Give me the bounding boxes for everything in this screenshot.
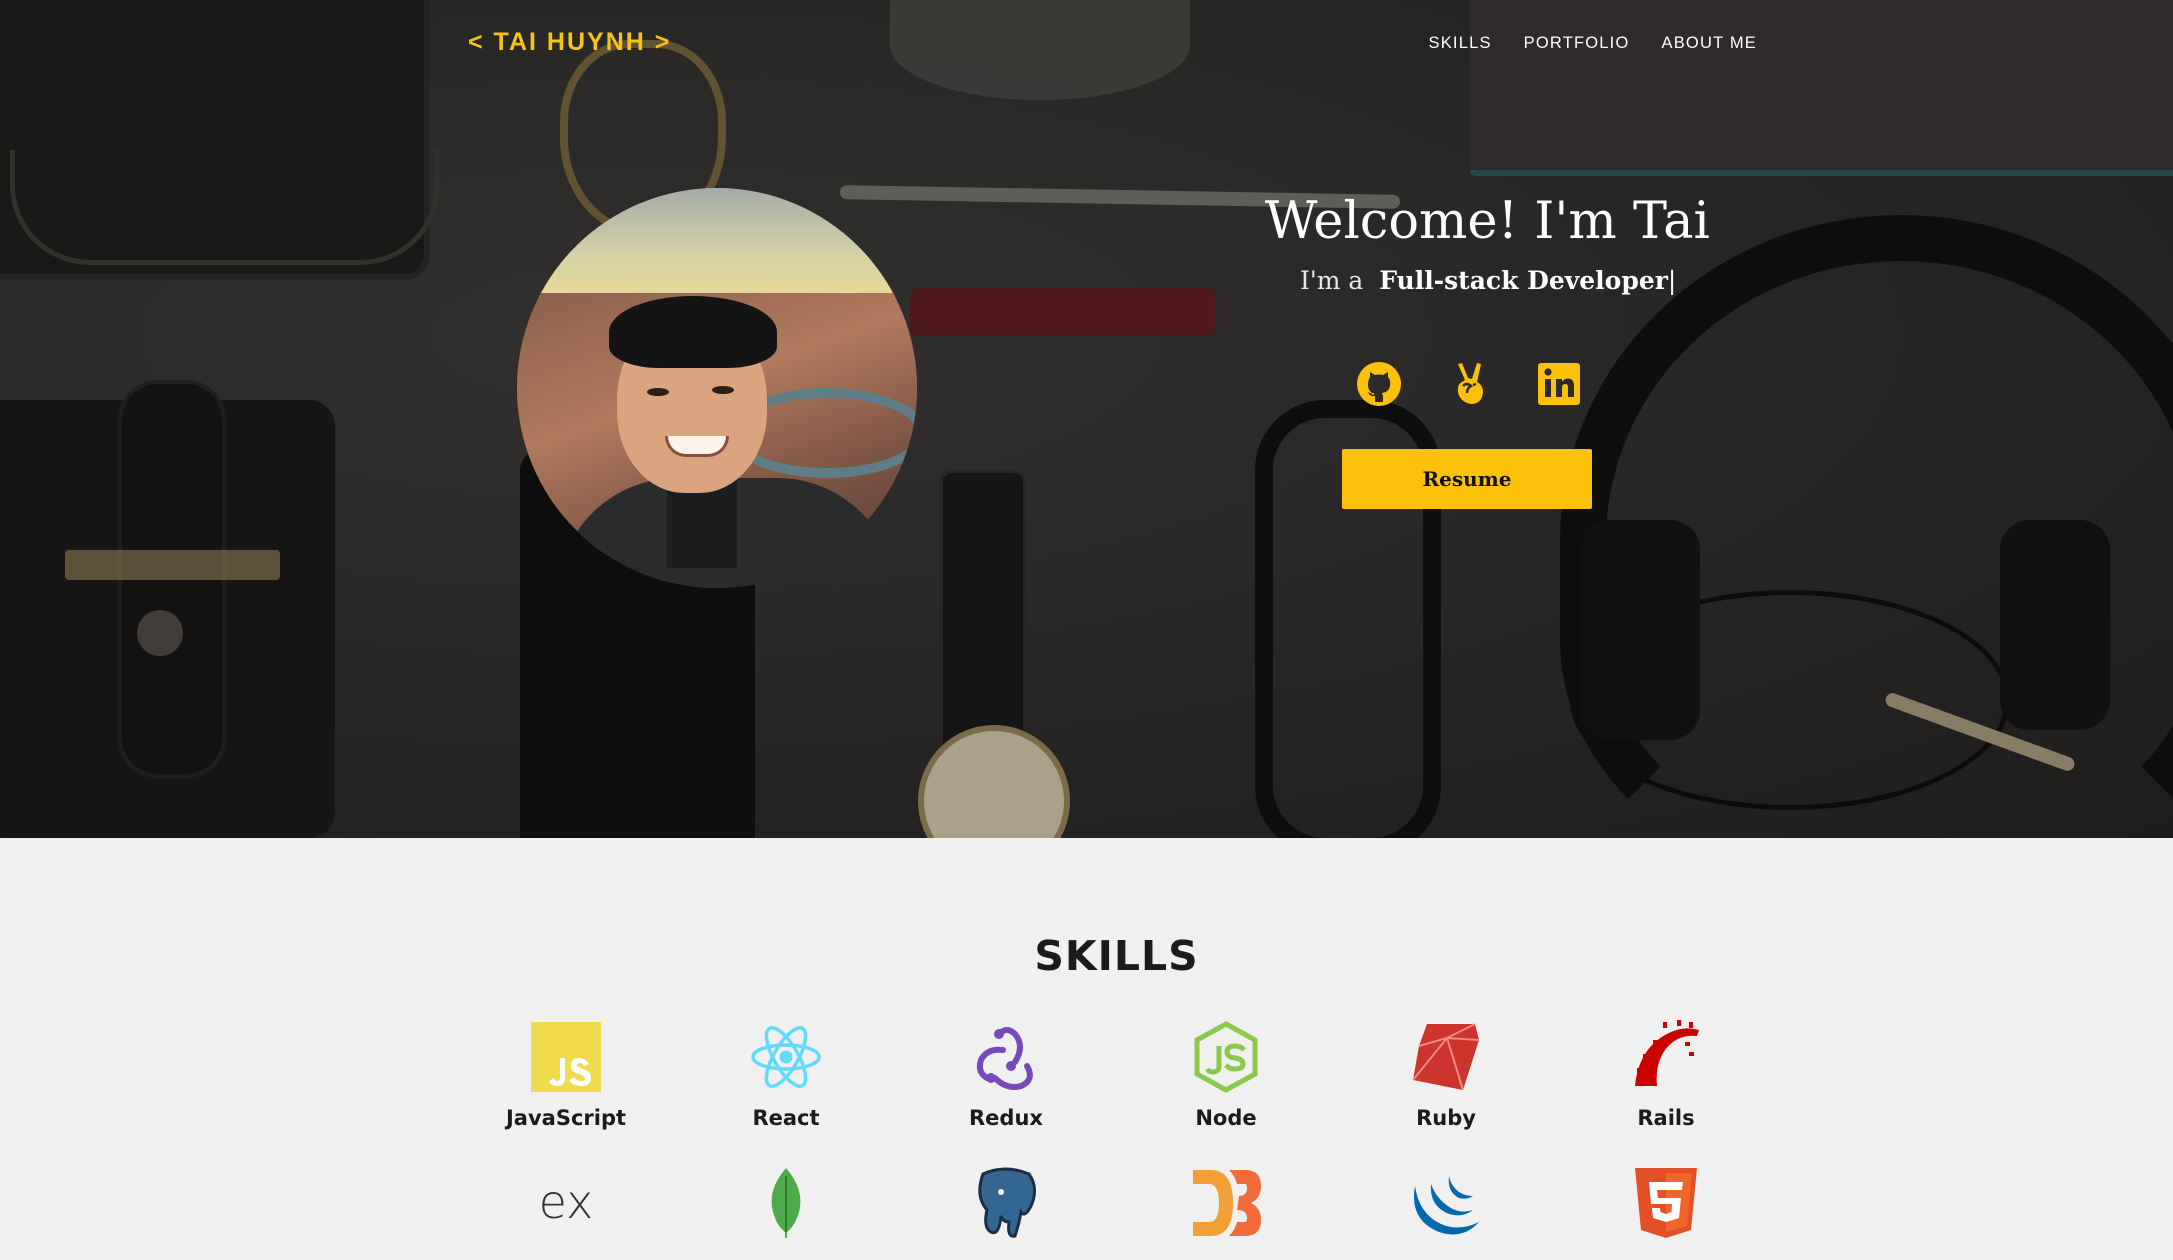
skill-label: React (752, 1106, 820, 1130)
hero-title: Welcome! I'm Tai (1265, 192, 1710, 251)
svg-text:ex: ex (539, 1175, 594, 1229)
d3-icon (1193, 1170, 1261, 1236)
github-icon[interactable] (1355, 360, 1403, 408)
react-icon (751, 1026, 821, 1088)
profile-avatar (517, 188, 917, 588)
skill-label: JavaScript (505, 1106, 627, 1130)
skill-html5 (1576, 1166, 1756, 1240)
angellist-icon[interactable] (1445, 360, 1493, 408)
javascript-icon (531, 1022, 601, 1092)
skill-postgresql (916, 1166, 1096, 1240)
resume-button[interactable]: Resume (1342, 449, 1592, 509)
skill-redux: Redux (916, 1020, 1096, 1130)
skill-node: Node (1136, 1020, 1316, 1130)
express-icon: ex (539, 1175, 594, 1229)
hero-section (0, 0, 2173, 838)
jquery-icon (1414, 1176, 1479, 1235)
main-nav: SKILLS PORTFOLIO ABOUT ME (1429, 34, 1758, 53)
skill-rails: Rails (1576, 1020, 1756, 1130)
skill-label: Ruby (1416, 1106, 1476, 1130)
skill-label: Redux (969, 1106, 1043, 1130)
skills-heading: SKILLS (1034, 932, 1199, 980)
mongodb-icon (771, 1168, 801, 1238)
linkedin-icon[interactable] (1535, 360, 1583, 408)
skill-jquery (1356, 1166, 1536, 1240)
hero-tagline: I'm a Full-stack Developer| (1300, 266, 1676, 295)
skill-label: Node (1195, 1106, 1257, 1130)
brand-logo[interactable]: < TAI HUYNH > (468, 28, 671, 57)
skill-d3 (1136, 1166, 1316, 1240)
nav-skills[interactable]: SKILLS (1429, 34, 1492, 53)
social-links (1355, 360, 1583, 408)
html5-icon (1635, 1168, 1697, 1238)
rails-icon (1635, 1020, 1699, 1086)
redux-icon (976, 1027, 1033, 1090)
nav-about-me[interactable]: ABOUT ME (1662, 34, 1757, 53)
skill-react: React (696, 1020, 876, 1130)
skill-label: Rails (1637, 1106, 1695, 1130)
skill-javascript: JavaScript (476, 1020, 656, 1130)
typing-cursor: | (1667, 266, 1677, 295)
node-icon (1194, 1021, 1258, 1093)
tagline-prefix: I'm a (1300, 266, 1364, 295)
skill-ruby: Ruby (1356, 1020, 1536, 1130)
skill-mongodb (696, 1166, 876, 1240)
hero-overlay (0, 0, 2173, 838)
tagline-role: Full-stack Developer (1379, 266, 1668, 295)
nav-portfolio[interactable]: PORTFOLIO (1524, 34, 1630, 53)
ruby-icon (1412, 1023, 1480, 1091)
postgresql-icon (978, 1167, 1036, 1238)
skill-express: ex (476, 1166, 656, 1240)
